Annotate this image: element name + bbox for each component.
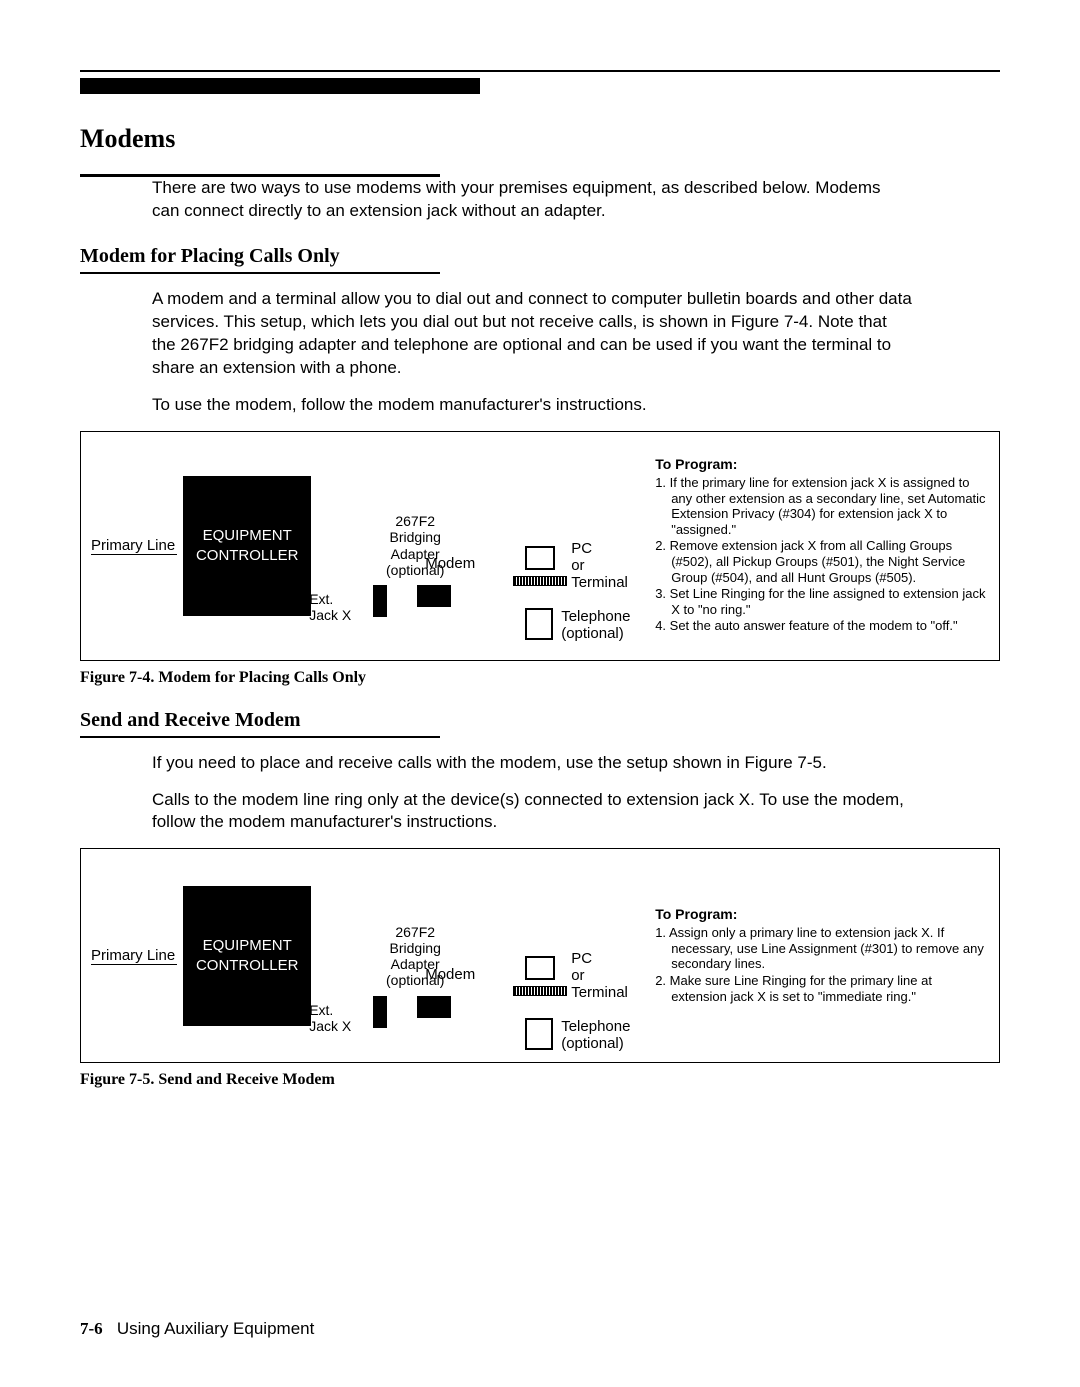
figure-7-4-caption: Figure 7-4. Modem for Placing Calls Only [80,669,1000,687]
bridging-adapter-label: 267F2 Bridging Adapter (optional) [325,513,505,577]
figure-7-5-caption: Figure 7-5. Send and Receive Modem [80,1071,1000,1089]
telephone-label: Telephone (optional) [561,608,630,643]
program-block-1: To Program: 1. If the primary line for e… [645,456,989,635]
page-number: 7-6 [80,1319,103,1338]
pc-terminal-label-2: PC or Terminal [571,950,628,1002]
modem-label: Modem [425,555,475,572]
intro-paragraph: There are two ways to use modems with yo… [152,177,912,223]
telephone-label-2: Telephone (optional) [561,1018,630,1053]
figure-7-4-box: Primary Line EQUIPMENT CONTROLLER 267F2 … [80,431,1000,661]
equipment-controller-block-2: EQUIPMENT CONTROLLER [183,886,311,1026]
subsection-title-1: Modem for Placing Calls Only [80,245,1000,268]
sub1-paragraph-1: A modem and a terminal allow you to dial… [152,288,912,380]
subsection-title-2: Send and Receive Modem [80,709,1000,732]
program1-item-2: 2. Remove extension jack X from all Call… [655,538,989,585]
program1-item-4: 4. Set the auto answer feature of the mo… [655,618,989,634]
pc-terminal-label: PC or Terminal [571,540,628,592]
pc-terminal-icon [525,546,555,570]
telephone-icon [525,608,553,640]
pc-terminal-icon-2 [525,956,555,980]
subsection-2-underline [80,736,440,738]
page-footer: 7-6 Using Auxiliary Equipment [80,1319,314,1339]
keyboard-icon-2 [513,986,567,996]
program-heading-1: To Program: [655,456,989,473]
figure-7-5-diagram: Primary Line EQUIPMENT CONTROLLER 267F2 … [91,886,645,1026]
bridging-adapter-label-2: 267F2 Bridging Adapter (optional) [325,924,505,988]
program-heading-2: To Program: [655,906,989,923]
program1-item-3: 3. Set Line Ringing for the line assigne… [655,586,989,617]
figure-7-4-diagram: Primary Line EQUIPMENT CONTROLLER 267F2 … [91,476,645,616]
figure-7-5-box: Primary Line EQUIPMENT CONTROLLER 267F2 … [80,848,1000,1063]
top-horizontal-rule [80,70,1000,72]
ext-jack-label-2: Ext. Jack X [309,1002,351,1034]
telephone-icon-2 [525,1018,553,1050]
primary-line-label: Primary Line [91,537,177,555]
modem-icon-2 [417,996,451,1018]
bridging-adapter-icon-2 [373,996,387,1028]
section-title: Modems [80,124,1000,156]
program2-item-1: 1. Assign only a primary line to extensi… [655,925,989,972]
program-block-2: To Program: 1. Assign only a primary lin… [645,906,989,1005]
primary-line-label-2: Primary Line [91,947,177,965]
ext-jack-label: Ext. Jack X [309,591,351,623]
bridging-adapter-icon [373,585,387,617]
program1-item-1: 1. If the primary line for extension jac… [655,475,989,537]
modem-icon [417,585,451,607]
program2-item-2: 2. Make sure Line Ringing for the primar… [655,973,989,1004]
sub2-paragraph-1: If you need to place and receive calls w… [152,752,912,775]
subsection-1-underline [80,272,440,274]
sub2-paragraph-2: Calls to the modem line ring only at the… [152,789,912,835]
header-thick-bar [80,78,480,94]
equipment-controller-block: EQUIPMENT CONTROLLER [183,476,311,616]
sub1-paragraph-2: To use the modem, follow the modem manuf… [152,394,912,417]
keyboard-icon [513,576,567,586]
footer-section-title: Using Auxiliary Equipment [117,1319,314,1338]
modem-label-2: Modem [425,966,475,983]
